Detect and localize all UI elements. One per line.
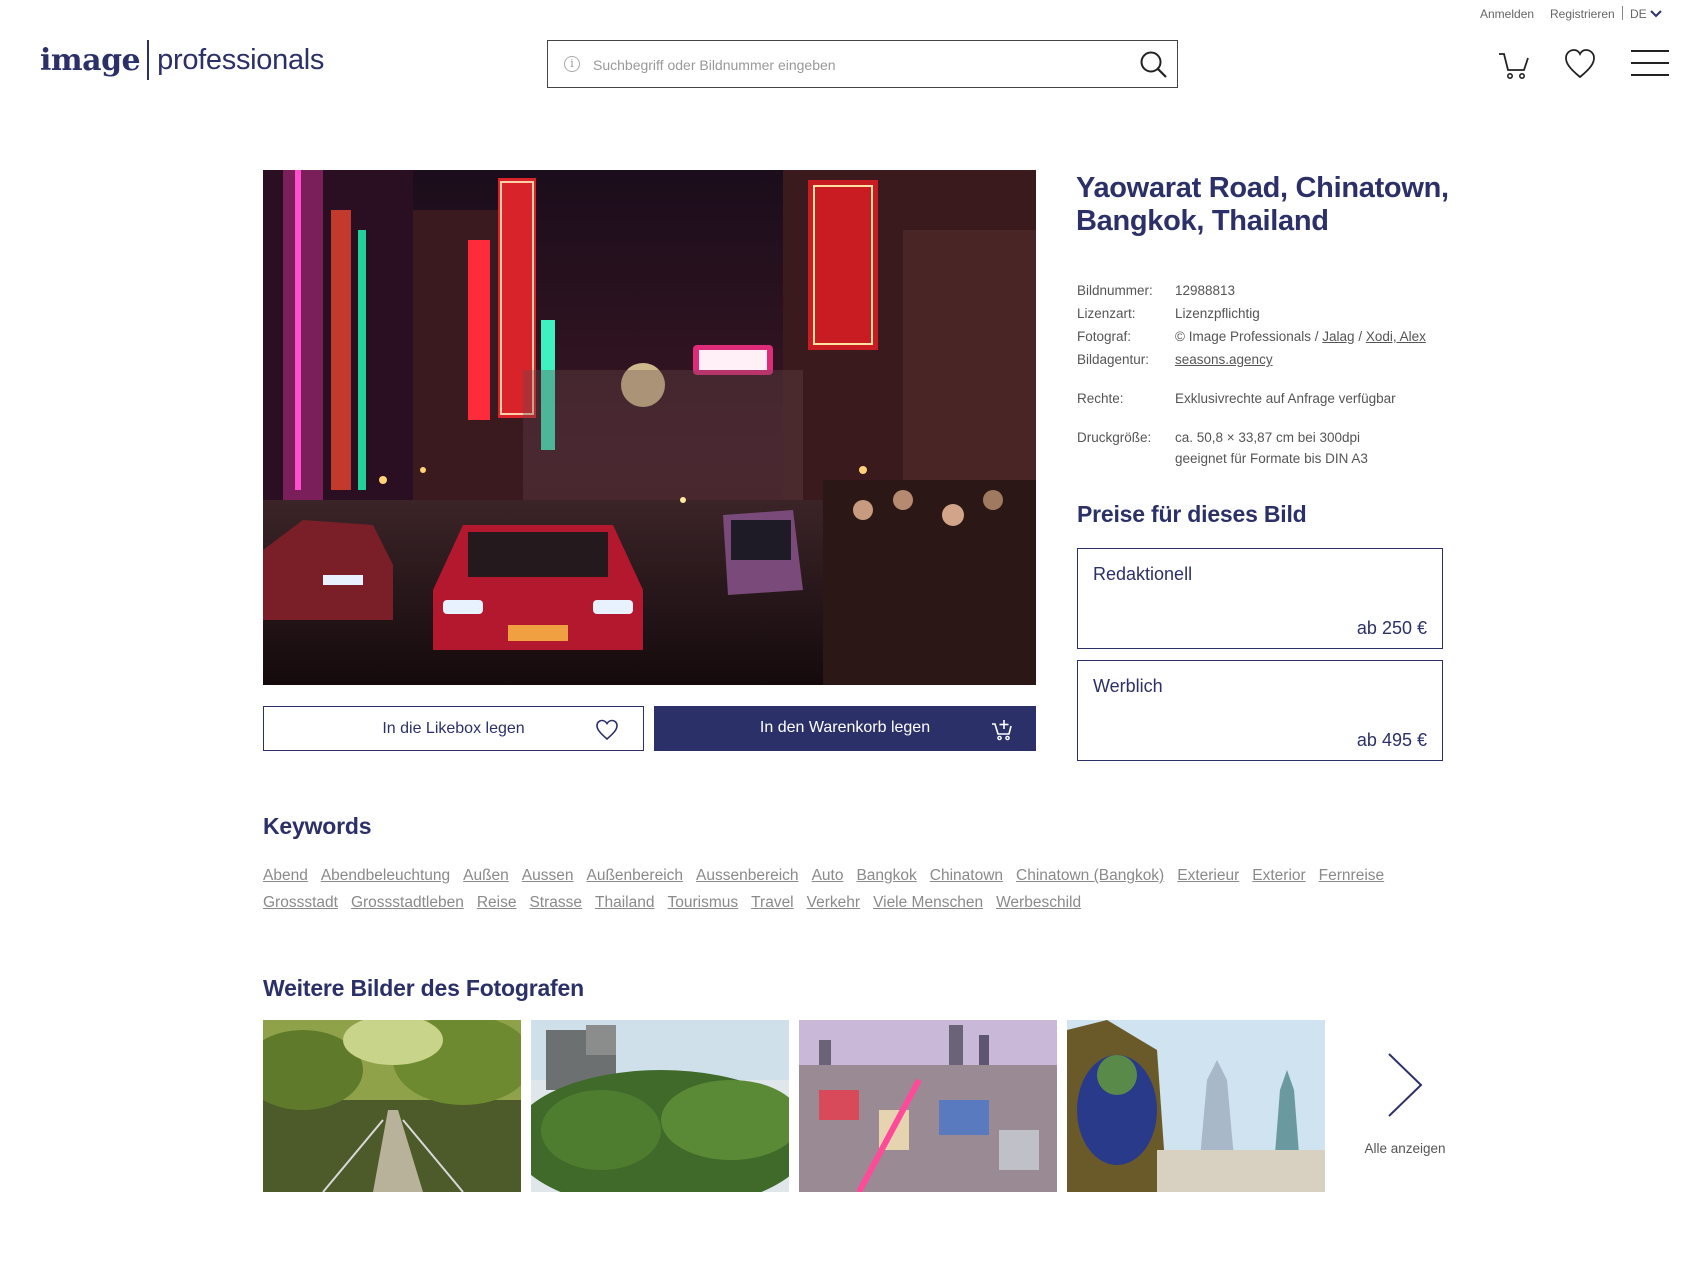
keyword-link[interactable]: Werbeschild	[996, 893, 1081, 913]
hamburger-menu-icon[interactable]	[1630, 48, 1670, 80]
price-option-value: ab 495 €	[1356, 730, 1427, 750]
site-logo[interactable]: image professionals	[40, 38, 324, 82]
keyword-link[interactable]: Tourismus	[668, 893, 739, 913]
price-option-name: Redaktionell	[1093, 564, 1193, 584]
search-input[interactable]	[593, 53, 1113, 77]
keyword-link[interactable]: Verkehr	[807, 893, 860, 913]
fotograf-prefix: © Image Professionals /	[1175, 329, 1319, 344]
bildnummer-label: Bildnummer:	[1077, 283, 1153, 298]
chevron-down-icon	[1649, 10, 1662, 18]
bildagentur-link[interactable]: seasons.agency	[1175, 351, 1273, 369]
logo-text-professionals: professionals	[157, 43, 325, 76]
keyword-link[interactable]: Strasse	[529, 893, 582, 913]
rechte-value: Exklusivrechte auf Anfrage verfügbar	[1175, 391, 1396, 406]
search-icon[interactable]	[1138, 49, 1170, 81]
add-to-likebox-button[interactable]: In die Likebox legen	[263, 706, 644, 751]
keyword-link[interactable]: Exterieur	[1177, 866, 1239, 886]
keyword-link[interactable]: Chinatown (Bangkok)	[1016, 866, 1164, 886]
logo-divider	[147, 40, 150, 80]
main-photo	[263, 170, 1036, 685]
keyword-link[interactable]: Exterior	[1252, 866, 1305, 886]
keyword-link[interactable]: Bangkok	[856, 866, 916, 886]
lizenzart-label: Lizenzart:	[1077, 306, 1136, 321]
heart-icon	[596, 719, 618, 741]
fotograf-link-photographer[interactable]: Xodi, Alex	[1366, 329, 1426, 344]
lizenzart-value: Lizenzpflichtig	[1175, 306, 1260, 321]
keyword-link[interactable]: Grossstadt	[263, 893, 338, 913]
keyword-link[interactable]: Auto	[812, 866, 844, 886]
add-to-cart-button[interactable]: In den Warenkorb legen	[654, 706, 1036, 751]
heart-icon[interactable]	[1563, 48, 1597, 80]
keywords-heading: Keywords	[263, 813, 372, 839]
language-selector[interactable]: DE	[1630, 6, 1662, 22]
fotograf-separator: /	[1358, 329, 1363, 344]
keyword-link[interactable]: Abendbeleuchtung	[321, 866, 450, 886]
bildagentur-label: Bildagentur:	[1077, 352, 1150, 367]
photographer-thumbnail[interactable]	[799, 1020, 1057, 1192]
logo-text-image: image	[40, 42, 141, 78]
keywords-row-2: Grossstadt Grossstadtleben Reise Strasse…	[263, 893, 1443, 913]
keyword-link[interactable]: Reise	[477, 893, 517, 913]
keyword-link[interactable]: Viele Menschen	[873, 893, 983, 913]
image-title: Yaowarat Road, Chinatown, Bangkok, Thail…	[1076, 172, 1449, 237]
divider	[1622, 6, 1623, 20]
keyword-link[interactable]: Aussen	[522, 866, 574, 886]
search-bar: i	[547, 40, 1178, 88]
keyword-link[interactable]: Aussenbereich	[696, 866, 799, 886]
keywords-row-1: Abend Abendbeleuchtung Außen Aussen Auße…	[263, 866, 1443, 886]
price-option-name: Werblich	[1093, 676, 1163, 696]
cart-icon[interactable]	[1497, 48, 1531, 80]
keyword-link[interactable]: Grossstadtleben	[351, 893, 464, 913]
photographer-thumbnail[interactable]	[263, 1020, 521, 1192]
keyword-link[interactable]: Außen	[463, 866, 509, 886]
photographer-thumbnail[interactable]	[1067, 1020, 1325, 1192]
show-all-link[interactable]: Alle anzeigen	[1345, 1141, 1465, 1156]
chevron-right-icon[interactable]	[1385, 1052, 1425, 1118]
bildnummer-value: 12988813	[1175, 283, 1236, 298]
druckgroesse-line1: ca. 50,8 × 33,87 cm bei 300dpi	[1175, 430, 1361, 445]
druckgroesse-line2: geeignet für Formate bis DIN A3	[1175, 451, 1368, 466]
cart-add-icon	[992, 720, 1012, 741]
keyword-link[interactable]: Chinatown	[930, 866, 1003, 886]
language-label: DE	[1630, 7, 1647, 21]
price-option-value: ab 250 €	[1356, 618, 1427, 638]
prices-heading: Preise für dieses Bild	[1077, 501, 1307, 527]
login-link[interactable]: Anmelden	[1480, 6, 1534, 22]
keyword-link[interactable]: Travel	[751, 893, 794, 913]
keyword-link[interactable]: Fernreise	[1319, 866, 1384, 886]
fotograf-value: © Image Professionals / Jalag / Xodi, Al…	[1175, 328, 1426, 346]
keyword-link[interactable]: Außenbereich	[587, 866, 684, 886]
info-icon[interactable]: i	[564, 56, 580, 72]
keyword-link[interactable]: Thailand	[595, 893, 654, 913]
fotograf-link-jalag[interactable]: Jalag	[1322, 329, 1354, 344]
price-option-redaktionell[interactable]: Redaktionell ab 250 €	[1077, 548, 1443, 649]
keyword-link[interactable]: Abend	[263, 866, 308, 886]
rechte-label: Rechte:	[1077, 391, 1124, 406]
price-option-werblich[interactable]: Werblich ab 495 €	[1077, 660, 1443, 761]
druckgroesse-label: Druckgröße:	[1077, 430, 1152, 445]
photographer-thumbnail[interactable]	[531, 1020, 789, 1192]
likebox-button-label: In die Likebox legen	[382, 720, 525, 737]
cart-button-label: In den Warenkorb legen	[759, 719, 931, 736]
register-link[interactable]: Registrieren	[1550, 6, 1615, 22]
fotograf-label: Fotograf:	[1077, 329, 1132, 344]
more-images-heading: Weitere Bilder des Fotografen	[263, 975, 584, 1001]
